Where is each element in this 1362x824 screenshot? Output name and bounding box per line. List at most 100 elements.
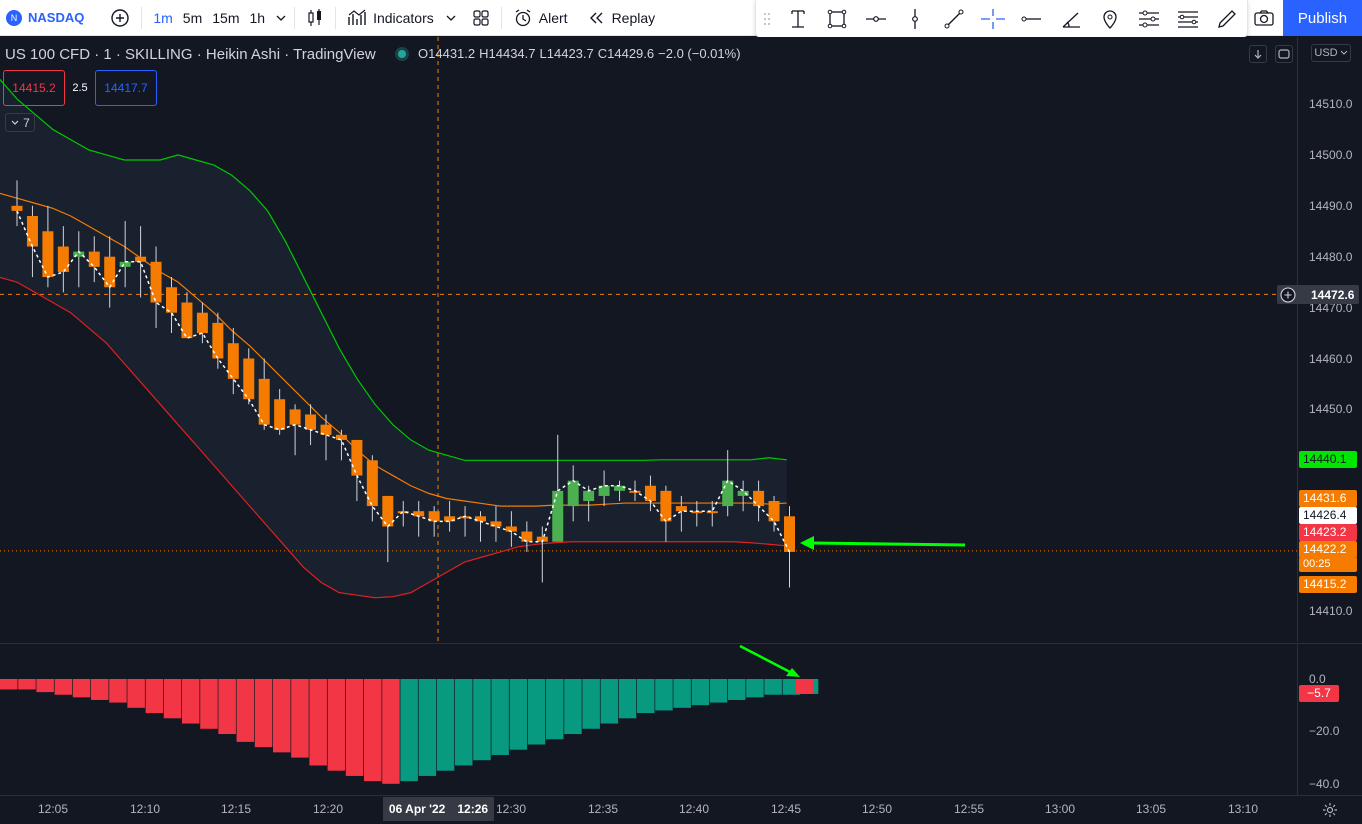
text-tool-button[interactable] bbox=[778, 1, 817, 37]
spread-value: 2.5 bbox=[72, 82, 88, 94]
publish-button[interactable]: Publish bbox=[1283, 0, 1362, 36]
add-symbol-button[interactable] bbox=[103, 0, 137, 36]
histogram-bar bbox=[546, 679, 564, 740]
candle-body bbox=[181, 302, 193, 339]
grid-icon bbox=[473, 9, 489, 26]
interval-1h[interactable]: 1h bbox=[244, 10, 270, 26]
chart-style-button[interactable] bbox=[299, 0, 331, 36]
angle-icon bbox=[1062, 12, 1080, 28]
angle-tool-button[interactable] bbox=[1051, 1, 1090, 37]
hamburger-settings-button[interactable] bbox=[1168, 1, 1207, 37]
scroll-down-button[interactable] bbox=[1249, 45, 1267, 63]
histogram-bar bbox=[91, 679, 109, 700]
oscillator-canvas[interactable] bbox=[0, 644, 1297, 796]
histogram-bar bbox=[764, 679, 782, 695]
price-tick: 14490.0 bbox=[1309, 199, 1353, 213]
histogram-bar bbox=[473, 679, 491, 761]
chevron-down-icon[interactable] bbox=[274, 11, 288, 25]
price-chart[interactable] bbox=[0, 37, 1297, 642]
histogram-bar bbox=[182, 679, 200, 724]
currency-selector[interactable]: USD bbox=[1311, 44, 1351, 62]
horizontal-ray-tool-button[interactable] bbox=[856, 1, 895, 37]
chart-settings-button[interactable] bbox=[1320, 800, 1340, 820]
histogram-bar bbox=[0, 679, 18, 690]
candle-body bbox=[784, 516, 795, 552]
candle-body bbox=[521, 531, 533, 542]
snapshot-button[interactable] bbox=[1247, 0, 1281, 36]
drag-handle[interactable] bbox=[756, 1, 778, 37]
histogram-bar bbox=[491, 679, 509, 755]
legend-title[interactable]: US 100 CFD · 1 · SKILLING · Heikin Ashi … bbox=[5, 46, 376, 63]
symbol-name: NASDAQ bbox=[28, 10, 85, 25]
time-tick: 12:10 bbox=[130, 802, 161, 816]
histogram-bar bbox=[436, 679, 455, 771]
bid-ask-panel: 14415.2 2.5 14417.7 bbox=[3, 70, 157, 106]
candle-body bbox=[196, 312, 208, 334]
pin-tool-button[interactable] bbox=[1090, 1, 1129, 37]
close-label: C bbox=[597, 46, 608, 61]
oscillator-axis[interactable] bbox=[1297, 643, 1362, 795]
time-tick: 12:30 bbox=[496, 802, 527, 816]
low-value: 14423.7 bbox=[546, 46, 594, 61]
interval-group: 1m 5m 15m 1h bbox=[146, 0, 290, 36]
histogram-bar bbox=[728, 679, 746, 700]
histogram-bar bbox=[54, 679, 73, 695]
middle-band-price-tag: 14431.6 bbox=[1299, 490, 1357, 507]
candles-icon bbox=[308, 8, 322, 26]
histogram-bar bbox=[145, 679, 164, 714]
alert-button[interactable]: Alert bbox=[506, 0, 575, 36]
sell-button[interactable]: 14415.2 bbox=[3, 70, 65, 106]
market-status-icon[interactable] bbox=[397, 50, 406, 58]
time-tick: 12:15 bbox=[221, 802, 252, 816]
brush-tool-button[interactable] bbox=[1207, 1, 1246, 37]
trend-line-icon bbox=[944, 9, 963, 28]
rectangle-tool-button[interactable] bbox=[817, 1, 856, 37]
candle-body bbox=[567, 480, 579, 507]
candle-body bbox=[552, 490, 564, 542]
pin-icon bbox=[1102, 9, 1117, 29]
histogram-bar bbox=[309, 679, 327, 766]
histogram-bar bbox=[600, 679, 619, 724]
indicators-toggle-button[interactable]: 7 bbox=[5, 113, 35, 132]
histogram-bar bbox=[582, 679, 600, 729]
time-tick: 12:20 bbox=[313, 802, 344, 816]
buy-button[interactable]: 14417.7 bbox=[95, 70, 157, 106]
candle-body bbox=[88, 251, 100, 267]
rectangle-icon bbox=[827, 9, 846, 28]
oscillator-pane[interactable] bbox=[0, 643, 1297, 795]
crosshair-date: 06 Apr '22 bbox=[388, 802, 446, 816]
indicators-button[interactable]: Indicators bbox=[340, 0, 465, 36]
candle-body bbox=[644, 485, 656, 502]
maximize-pane-button[interactable] bbox=[1275, 45, 1293, 63]
time-tick: 13:05 bbox=[1136, 802, 1167, 816]
replay-button[interactable]: Replay bbox=[581, 0, 663, 36]
histogram-bar bbox=[218, 679, 236, 735]
crosshair-icon bbox=[980, 8, 1005, 29]
vertical-line-tool-button[interactable] bbox=[895, 1, 934, 37]
gear-icon bbox=[1323, 803, 1337, 817]
settings-lines-icon bbox=[1138, 10, 1159, 27]
symbol-search[interactable]: N NASDAQ bbox=[0, 0, 91, 36]
templates-button[interactable] bbox=[465, 0, 497, 36]
ohlc-values: O14431.2 H14434.7 L14423.7 C14429.6 −2.0… bbox=[418, 46, 741, 61]
trend-line-tool-button[interactable] bbox=[934, 1, 973, 37]
horizontal-line-tool-button[interactable] bbox=[1012, 1, 1051, 37]
toolbar-divider bbox=[141, 6, 143, 29]
time-tick: 12:40 bbox=[679, 802, 710, 816]
interval-15m[interactable]: 15m bbox=[207, 10, 244, 26]
bar-countdown: 00:25 bbox=[1299, 557, 1357, 572]
plus-circle-icon bbox=[111, 8, 130, 27]
price-tick: 14450.0 bbox=[1309, 402, 1353, 416]
candle-body bbox=[305, 414, 317, 430]
interval-1m[interactable]: 1m bbox=[148, 10, 177, 26]
histogram-bar bbox=[273, 679, 291, 753]
settings-lines-button[interactable] bbox=[1129, 1, 1168, 37]
candle-body bbox=[675, 506, 687, 512]
interval-5m[interactable]: 5m bbox=[178, 10, 207, 26]
crosshair-tool-button[interactable] bbox=[973, 1, 1012, 37]
plus-circle-icon[interactable] bbox=[1279, 286, 1297, 304]
histogram-bar bbox=[564, 679, 582, 735]
histogram-bar-current bbox=[796, 679, 813, 694]
histogram-bar bbox=[527, 679, 546, 745]
price-chart-canvas[interactable] bbox=[0, 37, 1297, 642]
